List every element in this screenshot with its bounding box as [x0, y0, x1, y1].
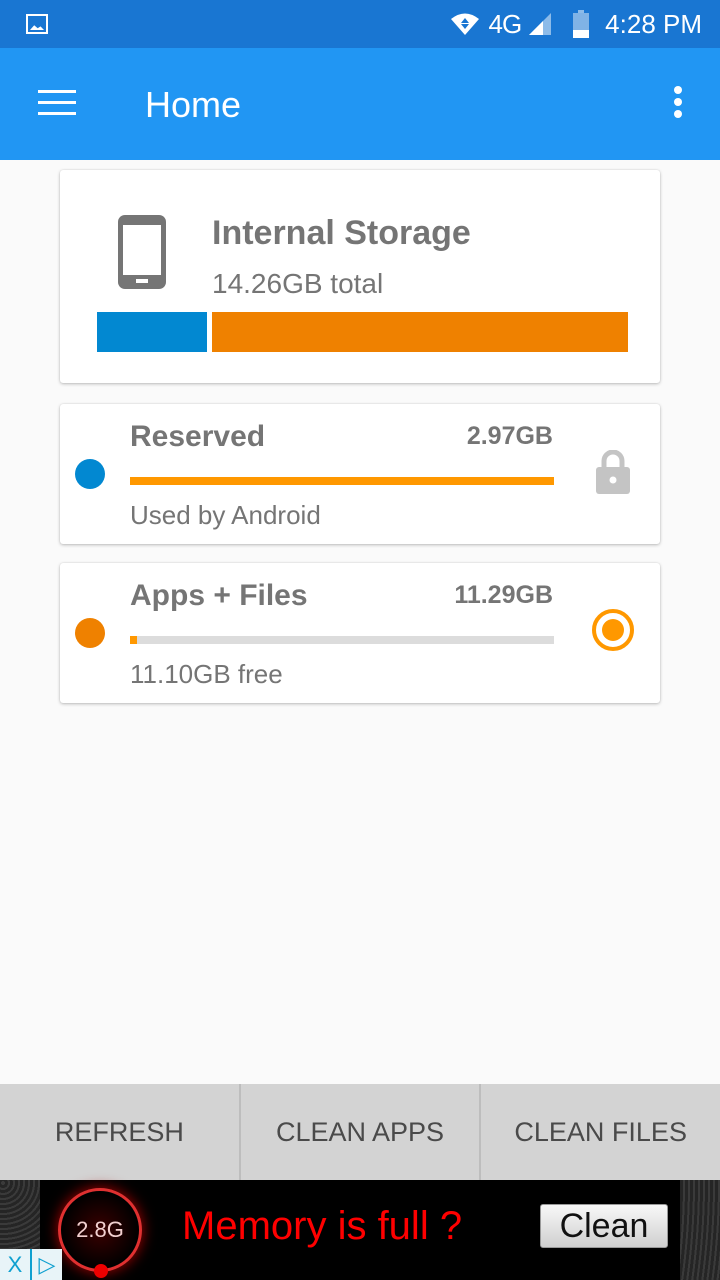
storage-segment-apps-files: [211, 312, 628, 352]
page-title: Home: [145, 84, 242, 125]
storage-segment-reserved: [97, 312, 207, 352]
clock: 4:28 PM: [605, 8, 702, 39]
internal-storage-card: Internal Storage 14.26GB total: [60, 170, 660, 383]
gauge-knob-icon: [94, 1264, 108, 1278]
hamburger-menu-icon[interactable]: [38, 90, 76, 118]
reserved-title: Reserved: [130, 420, 266, 453]
radio-selected-icon[interactable]: [592, 609, 634, 651]
reserved-progress-fill: [130, 477, 554, 485]
gallery-notification-icon: [26, 14, 48, 34]
reserved-size: 2.97GB: [466, 422, 553, 450]
memory-gauge-icon: 2.8G: [58, 1188, 142, 1278]
apps-files-title: Apps + Files: [130, 579, 308, 612]
ad-headline: Memory is full ?: [182, 1204, 463, 1248]
apps-files-progress-bar: [130, 636, 554, 644]
status-bar: 4G 4:28 PM: [0, 0, 720, 48]
ad-content[interactable]: 2.8G Memory is full ? Clean: [40, 1180, 680, 1280]
network-type-label: 4G: [488, 8, 522, 39]
clean-files-button[interactable]: CLEAN FILES: [481, 1084, 720, 1180]
storage-title: Internal Storage: [212, 214, 471, 252]
reserved-card[interactable]: Reserved 2.97GB Used by Android: [60, 404, 660, 544]
ad-close-icon[interactable]: X: [0, 1249, 32, 1280]
status-indicators: 4G 4:28 PM: [450, 0, 702, 48]
reserved-color-dot: [75, 459, 105, 489]
ad-controls: X ▷: [0, 1249, 62, 1280]
ad-banner[interactable]: 2.8G Memory is full ? Clean: [0, 1180, 720, 1280]
app-bar: Home: [0, 48, 720, 160]
reserved-subtitle: Used by Android: [130, 500, 321, 530]
apps-files-card[interactable]: Apps + Files 11.29GB 11.10GB free: [60, 563, 660, 703]
battery-icon: [573, 10, 590, 38]
lock-icon: [596, 450, 630, 494]
ad-clean-button[interactable]: Clean: [540, 1204, 668, 1248]
refresh-button[interactable]: REFRESH: [0, 1084, 241, 1180]
apps-files-size: 11.29GB: [454, 581, 553, 609]
more-options-icon[interactable]: [672, 86, 684, 122]
ad-gauge-label: 2.8G: [76, 1217, 124, 1242]
signal-icon: [529, 13, 552, 35]
apps-files-color-dot: [75, 618, 105, 648]
reserved-progress-bar: [130, 477, 554, 485]
bottom-action-bar: REFRESH CLEAN APPS CLEAN FILES: [0, 1084, 720, 1180]
clean-apps-button[interactable]: CLEAN APPS: [241, 1084, 482, 1180]
adchoices-icon[interactable]: ▷: [32, 1249, 62, 1280]
apps-files-progress-fill: [130, 636, 138, 644]
storage-total: 14.26GB total: [212, 268, 384, 299]
apps-files-subtitle: 11.10GB free: [130, 659, 283, 689]
storage-usage-bar: [97, 312, 628, 352]
wifi-icon: [451, 13, 480, 35]
phone-icon: [118, 215, 166, 289]
